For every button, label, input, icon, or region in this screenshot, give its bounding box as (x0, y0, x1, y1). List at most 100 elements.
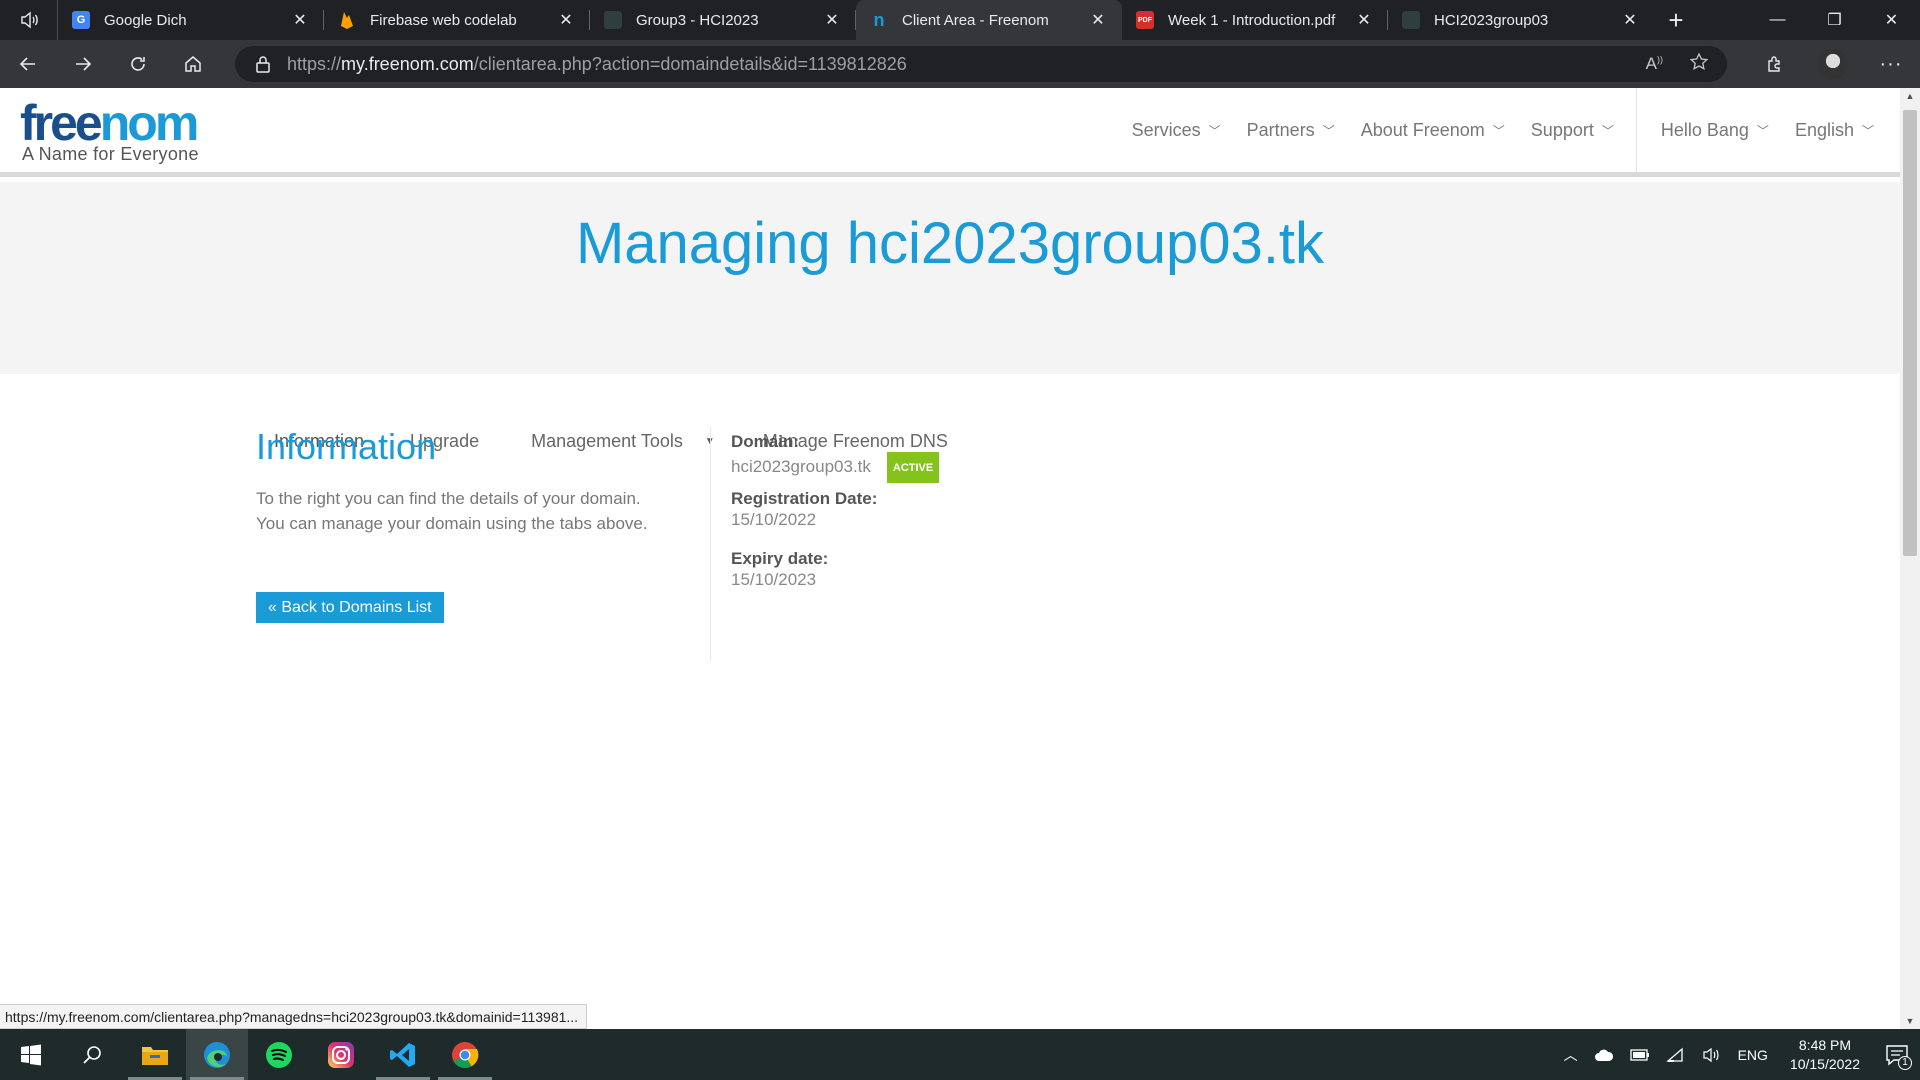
window-close-icon[interactable]: ✕ (1863, 0, 1920, 40)
nav-user-menu[interactable]: Hello Bang ﹀ (1661, 120, 1769, 141)
browser-toolbar: https://my.freenom.com/clientarea.php?ac… (0, 40, 1920, 88)
close-icon[interactable]: ✕ (822, 10, 842, 30)
spotify-icon[interactable] (248, 1029, 310, 1080)
wifi-icon[interactable] (1658, 1047, 1694, 1063)
refresh-icon[interactable] (110, 40, 165, 88)
firebase-icon (338, 11, 356, 29)
more-options-icon[interactable]: ··· (1862, 40, 1920, 88)
notification-count: 1 (1898, 1055, 1912, 1070)
close-icon[interactable]: ✕ (1354, 10, 1374, 30)
minimize-icon[interactable]: — (1749, 0, 1806, 40)
expiry-date-label: Expiry date: (731, 549, 829, 568)
domain-details: Domain: hci2023group03.tk ACTIVE Registra… (731, 432, 940, 591)
nav-about[interactable]: About Freenom ﹀ (1361, 120, 1505, 141)
tab-audio-icon[interactable] (0, 0, 58, 40)
browser-tab[interactable]: HCI2023group03 ✕ (1388, 0, 1654, 40)
domain-label: Domain: (731, 432, 799, 451)
tab-title: Client Area - Freenom (902, 11, 1049, 29)
lock-icon[interactable] (255, 55, 271, 73)
chrome-icon[interactable] (434, 1029, 496, 1080)
browser-tab-strip: G Google Dich ✕ Firebase web codelab ✕ G… (0, 0, 1920, 40)
nav-services[interactable]: Services ﹀ (1132, 120, 1221, 141)
back-to-domains-button[interactable]: « Back to Domains List (256, 592, 444, 623)
nav-divider (1635, 88, 1637, 172)
scroll-down-icon[interactable]: ▼ (1900, 1013, 1920, 1029)
instagram-icon[interactable] (310, 1029, 372, 1080)
chevron-down-icon: ﹀ (1861, 123, 1874, 138)
nav-support[interactable]: Support ﹀ (1531, 120, 1614, 141)
chevron-down-icon: ﹀ (1492, 123, 1505, 138)
column-divider (710, 426, 711, 661)
language-indicator[interactable]: ENG (1730, 1047, 1776, 1063)
window-controls: — ❐ ✕ (1749, 0, 1920, 40)
profile-avatar[interactable] (1804, 40, 1862, 88)
info-heading: Information (256, 426, 437, 467)
tab-title: Firebase web codelab (370, 11, 517, 29)
clock-date: 10/15/2022 (1789, 1055, 1860, 1072)
nav-partners[interactable]: Partners ﹀ (1247, 120, 1335, 141)
generic-page-icon (1402, 11, 1420, 29)
registration-date-value: 15/10/2022 (731, 510, 817, 529)
clock-time: 8:48 PM (1798, 1036, 1852, 1053)
windows-start-icon[interactable] (0, 1029, 62, 1080)
freenom-icon: n (873, 9, 885, 30)
browser-tab[interactable]: Firebase web codelab ✕ (324, 0, 590, 40)
close-icon[interactable]: ✕ (556, 10, 576, 30)
battery-icon[interactable] (1622, 1048, 1658, 1062)
generic-page-icon (604, 11, 622, 29)
windows-taskbar: ︿ ENG 8:48 PM 10/15/2022 1 (0, 1029, 1920, 1080)
forward-icon[interactable] (55, 40, 110, 88)
close-icon[interactable]: ✕ (290, 10, 310, 30)
edge-icon[interactable] (186, 1029, 248, 1080)
link-status-bar: https://my.freenom.com/clientarea.php?ma… (0, 1004, 588, 1029)
file-explorer-icon[interactable] (124, 1029, 186, 1080)
pdf-icon: PDF (1136, 11, 1154, 29)
vscode-icon[interactable] (372, 1029, 434, 1080)
chevron-down-icon: ﹀ (1756, 123, 1769, 138)
chevron-down-icon: ﹀ (1601, 123, 1614, 138)
browser-tab[interactable]: PDF Week 1 - Introduction.pdf ✕ (1122, 0, 1388, 40)
scroll-thumb[interactable] (1903, 110, 1917, 556)
volume-icon[interactable] (1694, 1047, 1730, 1063)
new-tab-button[interactable]: + (1654, 0, 1698, 40)
tab-title: Week 1 - Introduction.pdf (1168, 11, 1336, 29)
scroll-up-icon[interactable]: ▲ (1900, 88, 1920, 104)
system-tray: ︿ ENG 8:48 PM 10/15/2022 1 (1556, 1029, 1920, 1080)
browser-tab[interactable]: Group3 - HCI2023 ✕ (590, 0, 856, 40)
onedrive-icon[interactable] (1586, 1048, 1622, 1062)
back-icon[interactable] (0, 40, 55, 88)
registration-date-label: Registration Date: (731, 489, 878, 508)
chevron-down-icon: ﹀ (1208, 123, 1221, 138)
chevron-down-icon: ﹀ (1322, 123, 1335, 138)
tab-title: Group3 - HCI2023 (636, 11, 759, 29)
info-panel: Information To the right you can find th… (256, 418, 706, 623)
page-scrollbar[interactable]: ▲ ▼ (1900, 88, 1920, 1029)
favorite-star-icon[interactable] (1689, 51, 1709, 77)
site-tagline: A Name for Everyone (22, 144, 199, 164)
web-page: freenom A Name for Everyone Services ﹀ Pa… (0, 88, 1900, 1029)
expiry-date-value: 15/10/2023 (731, 570, 817, 589)
notification-center-icon[interactable]: 1 (1874, 1044, 1920, 1070)
search-icon[interactable] (62, 1029, 124, 1080)
close-icon[interactable]: ✕ (1620, 10, 1640, 30)
google-translate-icon: G (72, 11, 90, 29)
address-bar[interactable]: https://my.freenom.com/clientarea.php?ac… (235, 46, 1727, 82)
system-clock[interactable]: 8:48 PM 10/15/2022 (1776, 1036, 1874, 1074)
domain-value-row: hci2023group03.tk ACTIVE (731, 452, 940, 483)
nav-language[interactable]: English ﹀ (1795, 120, 1874, 141)
domain-value: hci2023group03.tk (731, 457, 871, 476)
freenom-logo[interactable]: freenom A Name for Everyone (20, 98, 199, 165)
close-icon[interactable]: ✕ (1088, 10, 1108, 30)
tab-title: HCI2023group03 (1434, 11, 1549, 29)
page-title: Managing hci2023group03.tk (575, 211, 1325, 276)
home-icon[interactable] (165, 40, 220, 88)
tab-title: Google Dich (104, 11, 187, 29)
browser-tab[interactable]: G Google Dich ✕ (58, 0, 324, 40)
tray-chevron-up-icon[interactable]: ︿ (1556, 1045, 1586, 1065)
extensions-icon[interactable] (1746, 40, 1804, 88)
restore-icon[interactable]: ❐ (1806, 0, 1863, 40)
browser-tab-active[interactable]: n Client Area - Freenom ✕ (856, 0, 1122, 40)
info-description: To the right you can find the details of… (256, 489, 648, 533)
site-header: freenom A Name for Everyone Services ﹀ Pa… (0, 88, 1900, 177)
read-aloud-icon[interactable]: A)) (1646, 54, 1663, 74)
